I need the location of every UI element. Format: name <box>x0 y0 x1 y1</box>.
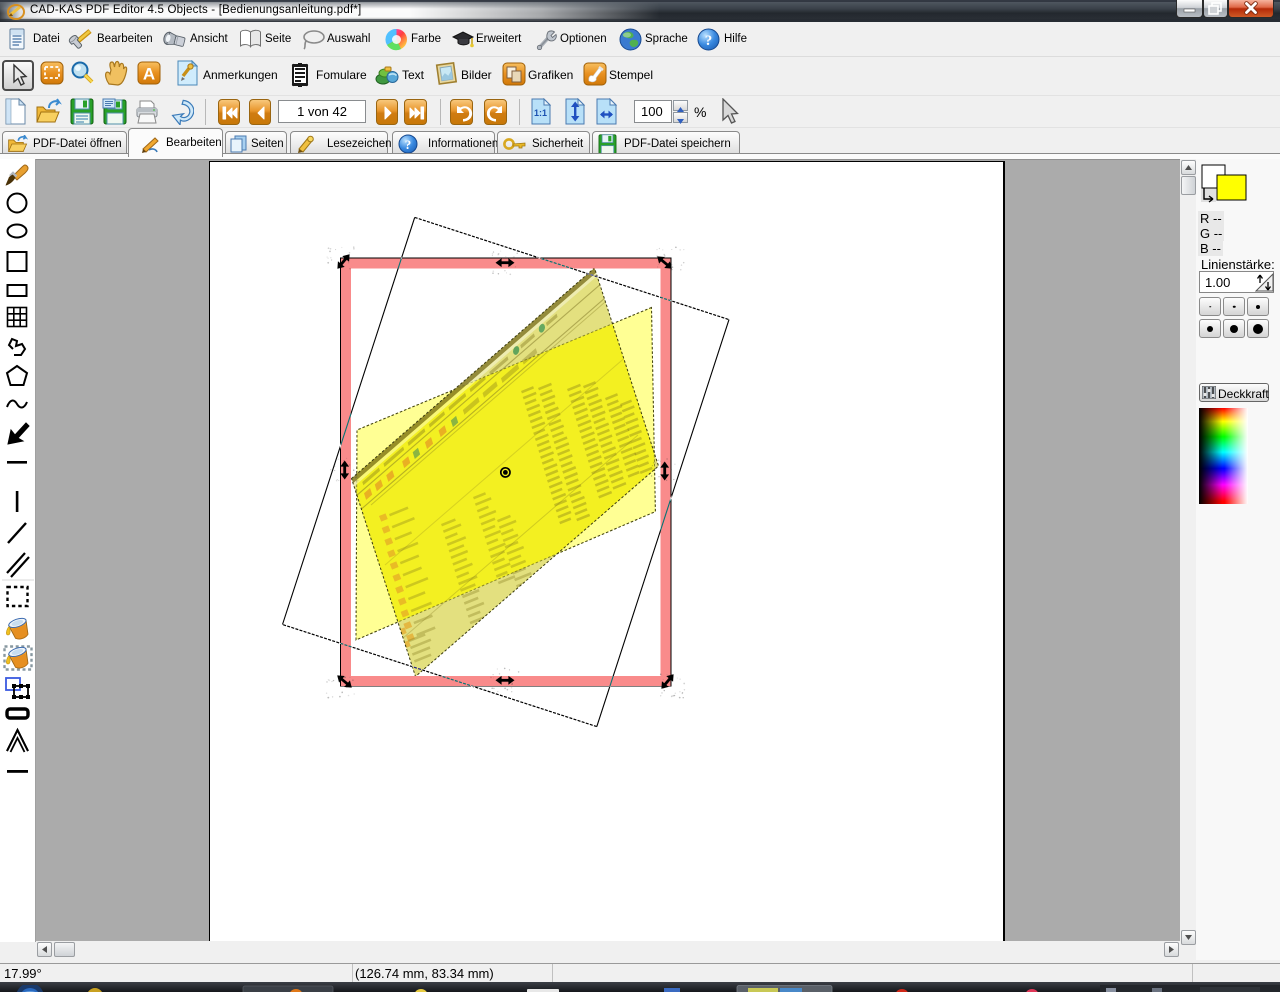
svg-text:A: A <box>143 65 155 84</box>
svg-text:?: ? <box>705 33 713 49</box>
svg-text:1:1: 1:1 <box>534 108 547 118</box>
svg-text:?: ? <box>405 137 412 152</box>
